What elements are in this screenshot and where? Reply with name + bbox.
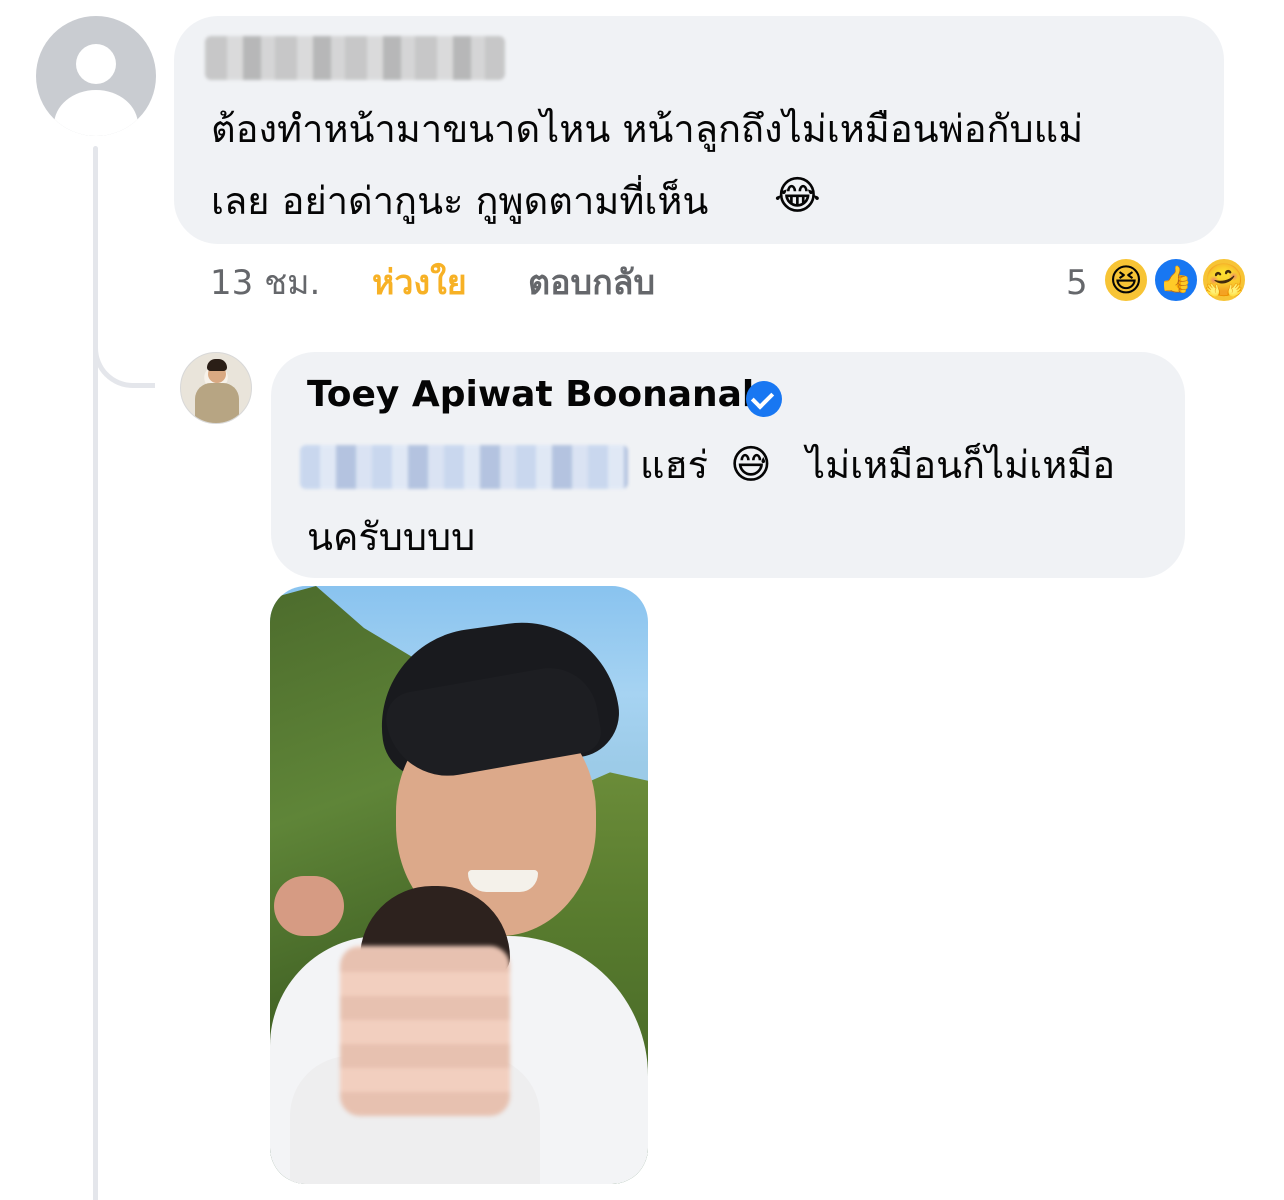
reply-photo-attachment[interactable]: [270, 586, 648, 1184]
blurred-commenter-name[interactable]: [205, 36, 505, 80]
avatar-hair-shape: [207, 359, 227, 371]
sweat-smile-emoji-icon: 😅: [730, 442, 772, 488]
thread-branch-line: [93, 300, 155, 388]
reply-text-line-1: ไม่เหมือนก็ไม่เหมือ: [806, 443, 1116, 487]
comment-text-line-1: ต้องทำหน้ามาขนาดไหน หน้าลูกถึงไม่เหมือนพ…: [211, 107, 1084, 151]
default-avatar[interactable]: [36, 16, 156, 136]
photo-hand: [274, 876, 344, 936]
reply-share-text: แฮร่: [640, 443, 709, 487]
photo-man-smile: [468, 870, 538, 892]
haha-icon[interactable]: 😆: [1102, 256, 1150, 304]
laughing-tears-emoji-icon: 😂: [774, 173, 821, 219]
reaction-count[interactable]: 5: [1066, 258, 1088, 308]
reply-text-line-2: นครับบบบ: [307, 515, 476, 559]
avatar-uniform-shape: [195, 383, 239, 423]
comment-timestamp[interactable]: 13 ชม.: [210, 258, 320, 308]
care-reaction-button[interactable]: ห่วงใย: [372, 258, 467, 308]
comment-text-line-2: เลย อย่าด่ากูนะ กูพูดตามที่เห็น: [211, 179, 709, 223]
author-avatar[interactable]: [180, 352, 252, 424]
photo-baby-face-blurred: [340, 946, 510, 1116]
reply-author-name[interactable]: Toey Apiwat Boonanak: [307, 374, 766, 415]
verified-badge-icon: [746, 381, 782, 417]
care-icon[interactable]: 🤗: [1200, 256, 1248, 304]
avatar-body-shape: [54, 90, 138, 136]
avatar-head-shape: [76, 44, 116, 84]
like-icon[interactable]: 👍: [1152, 256, 1200, 304]
blurred-mention[interactable]: [300, 445, 628, 489]
reply-button[interactable]: ตอบกลับ: [528, 258, 655, 308]
comment-thread: ต้องทำหน้ามาขนาดไหน หน้าลูกถึงไม่เหมือนพ…: [0, 0, 1284, 1200]
